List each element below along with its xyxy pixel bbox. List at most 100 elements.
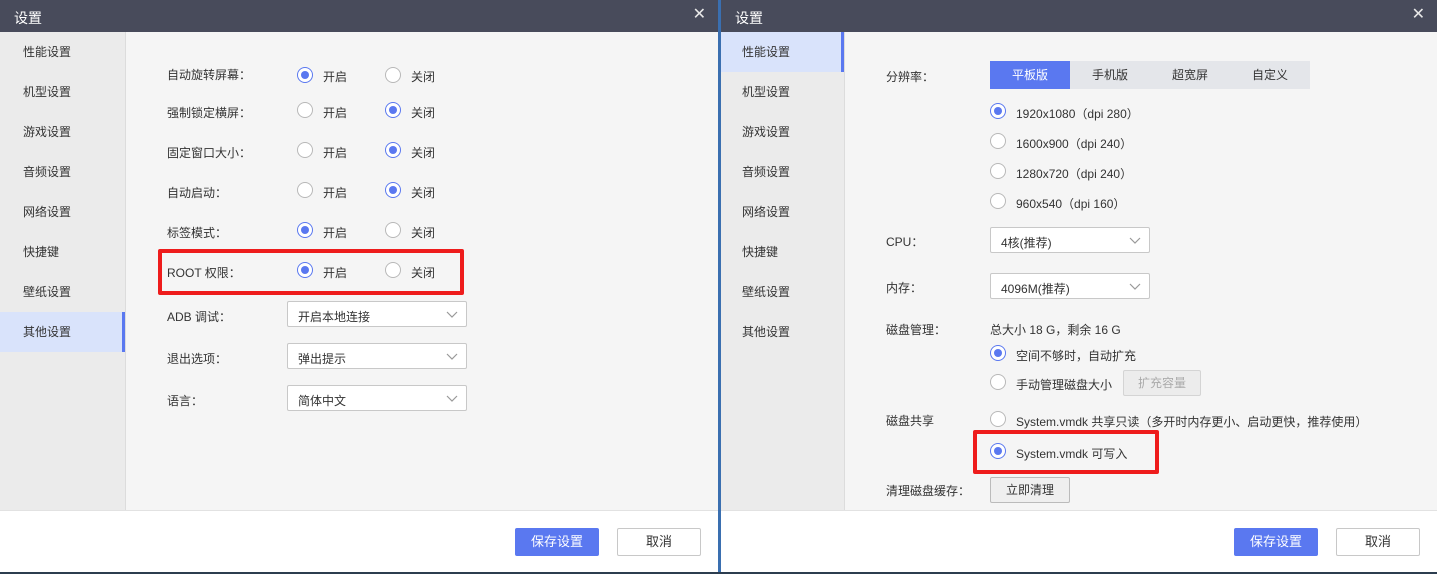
select-value: 弹出提示 [298,352,347,366]
save-button[interactable]: 保存设置 [515,528,599,556]
sidebar-item-model[interactable]: 机型设置 [721,72,844,112]
sidebar-item-performance[interactable]: 性能设置 [0,32,125,72]
select-value: 开启本地连接 [298,310,371,324]
language-label: 语言： [167,394,204,408]
auto-start-label: 自动启动： [167,186,228,200]
clear-now-button[interactable]: 立即清理 [990,477,1070,503]
cancel-button[interactable]: 取消 [1336,528,1420,556]
sidebar-item-game[interactable]: 游戏设置 [0,112,125,152]
force-landscape-off-radio[interactable] [385,102,401,118]
resolution-option-label: 1600x900（dpi 240） [1016,137,1133,151]
resolution-label: 分辨率： [886,70,935,84]
force-landscape-label: 强制锁定横屏： [167,106,252,120]
disk-info-text: 总大小 18 G，剩余 16 G [990,323,1121,337]
disk-share-label: 磁盘共享 [886,414,935,428]
tab-phone[interactable]: 手机版 [1070,61,1150,89]
sidebar-item-wallpaper[interactable]: 壁纸设置 [721,272,844,312]
auto-start-on-radio[interactable] [297,182,313,198]
sidebar-item-shortcuts[interactable]: 快捷键 [0,232,125,272]
select-value: 简体中文 [298,394,347,408]
sidebar-item-audio[interactable]: 音频设置 [721,152,844,192]
resolution-960-radio[interactable] [990,193,1006,209]
tab-mode-label: 标签模式： [167,226,228,240]
window-title: 设置 [14,10,42,26]
save-button[interactable]: 保存设置 [1234,528,1318,556]
sidebar-item-wallpaper[interactable]: 壁纸设置 [0,272,125,312]
radio-label-off: 关闭 [411,70,436,84]
close-icon[interactable]: ✕ [693,7,706,23]
force-landscape-on-radio[interactable] [297,102,313,118]
chevron-down-icon [446,311,458,318]
title-bar: 设置 ✕ [0,0,718,32]
radio-label-on: 开启 [323,146,348,160]
sidebar-item-performance[interactable]: 性能设置 [721,32,844,72]
expand-capacity-button[interactable]: 扩充容量 [1123,370,1201,396]
resolution-1920-radio[interactable] [990,103,1006,119]
disk-auto-expand-radio[interactable] [990,345,1006,361]
chevron-down-icon [1129,237,1141,244]
disk-option-label: 空间不够时，自动扩充 [1016,349,1137,363]
cpu-label: CPU： [886,235,924,249]
window-title: 设置 [735,10,763,26]
language-select[interactable]: 简体中文 [287,385,467,411]
select-value: 4核(推荐) [1001,236,1052,250]
radio-label-off: 关闭 [411,226,436,240]
fixed-window-on-radio[interactable] [297,142,313,158]
sidebar-item-other[interactable]: 其他设置 [0,312,125,352]
radio-label-on: 开启 [323,226,348,240]
sidebar-item-shortcuts[interactable]: 快捷键 [721,232,844,272]
chevron-down-icon [1129,283,1141,290]
disk-option-label: 手动管理磁盘大小 [1016,378,1113,392]
radio-label-off: 关闭 [411,106,436,120]
share-readonly-radio[interactable] [990,411,1006,427]
auto-rotate-label: 自动旋转屏幕： [167,68,252,82]
disk-manual-radio[interactable] [990,374,1006,390]
cancel-button[interactable]: 取消 [617,528,701,556]
radio-label-on: 开启 [323,186,348,200]
auto-rotate-on-radio[interactable] [297,67,313,83]
select-value: 4096M(推荐) [1001,282,1070,296]
share-option-label: System.vmdk 共享只读（多开时内存更小、启动更快，推荐使用） [1016,415,1368,429]
tab-ultrawide[interactable]: 超宽屏 [1150,61,1230,89]
memory-label: 内存： [886,281,923,295]
radio-label-on: 开启 [323,70,348,84]
tab-custom[interactable]: 自定义 [1230,61,1310,89]
radio-label-on: 开启 [323,106,348,120]
cpu-select[interactable]: 4核(推荐) [990,227,1150,253]
disk-management-label: 磁盘管理： [886,323,947,337]
fixed-window-off-radio[interactable] [385,142,401,158]
tab-mode-off-radio[interactable] [385,222,401,238]
resolution-1600-radio[interactable] [990,133,1006,149]
resolution-option-label: 960x540（dpi 160） [1016,197,1126,211]
sidebar: 性能设置 机型设置 游戏设置 音频设置 网络设置 快捷键 壁纸设置 其他设置 [721,32,845,510]
sidebar-item-model[interactable]: 机型设置 [0,72,125,112]
resolution-tabs: 平板版 手机版 超宽屏 自定义 [990,61,1310,89]
sidebar-item-other[interactable]: 其他设置 [721,312,844,352]
tab-mode-on-radio[interactable] [297,222,313,238]
sidebar: 性能设置 机型设置 游戏设置 音频设置 网络设置 快捷键 壁纸设置 其他设置 [0,32,126,510]
sidebar-item-audio[interactable]: 音频设置 [0,152,125,192]
adb-debug-select[interactable]: 开启本地连接 [287,301,467,327]
exit-option-label: 退出选项： [167,352,228,366]
footer: 保存设置 取消 [721,510,1437,572]
auto-start-off-radio[interactable] [385,182,401,198]
radio-label-off: 关闭 [411,186,436,200]
radio-label-off: 关闭 [411,146,436,160]
clear-cache-label: 清理磁盘缓存： [886,484,971,498]
exit-option-select[interactable]: 弹出提示 [287,343,467,369]
fixed-window-label: 固定窗口大小： [167,146,252,160]
highlight-box [973,430,1159,474]
highlight-box [158,249,464,295]
adb-debug-label: ADB 调试： [167,310,232,324]
auto-rotate-off-radio[interactable] [385,67,401,83]
resolution-option-label: 1280x720（dpi 240） [1016,167,1133,181]
resolution-1280-radio[interactable] [990,163,1006,179]
footer: 保存设置 取消 [0,510,718,572]
sidebar-item-game[interactable]: 游戏设置 [721,112,844,152]
chevron-down-icon [446,353,458,360]
sidebar-item-network[interactable]: 网络设置 [721,192,844,232]
tab-tablet[interactable]: 平板版 [990,61,1070,89]
memory-select[interactable]: 4096M(推荐) [990,273,1150,299]
sidebar-item-network[interactable]: 网络设置 [0,192,125,232]
close-icon[interactable]: ✕ [1412,7,1425,23]
